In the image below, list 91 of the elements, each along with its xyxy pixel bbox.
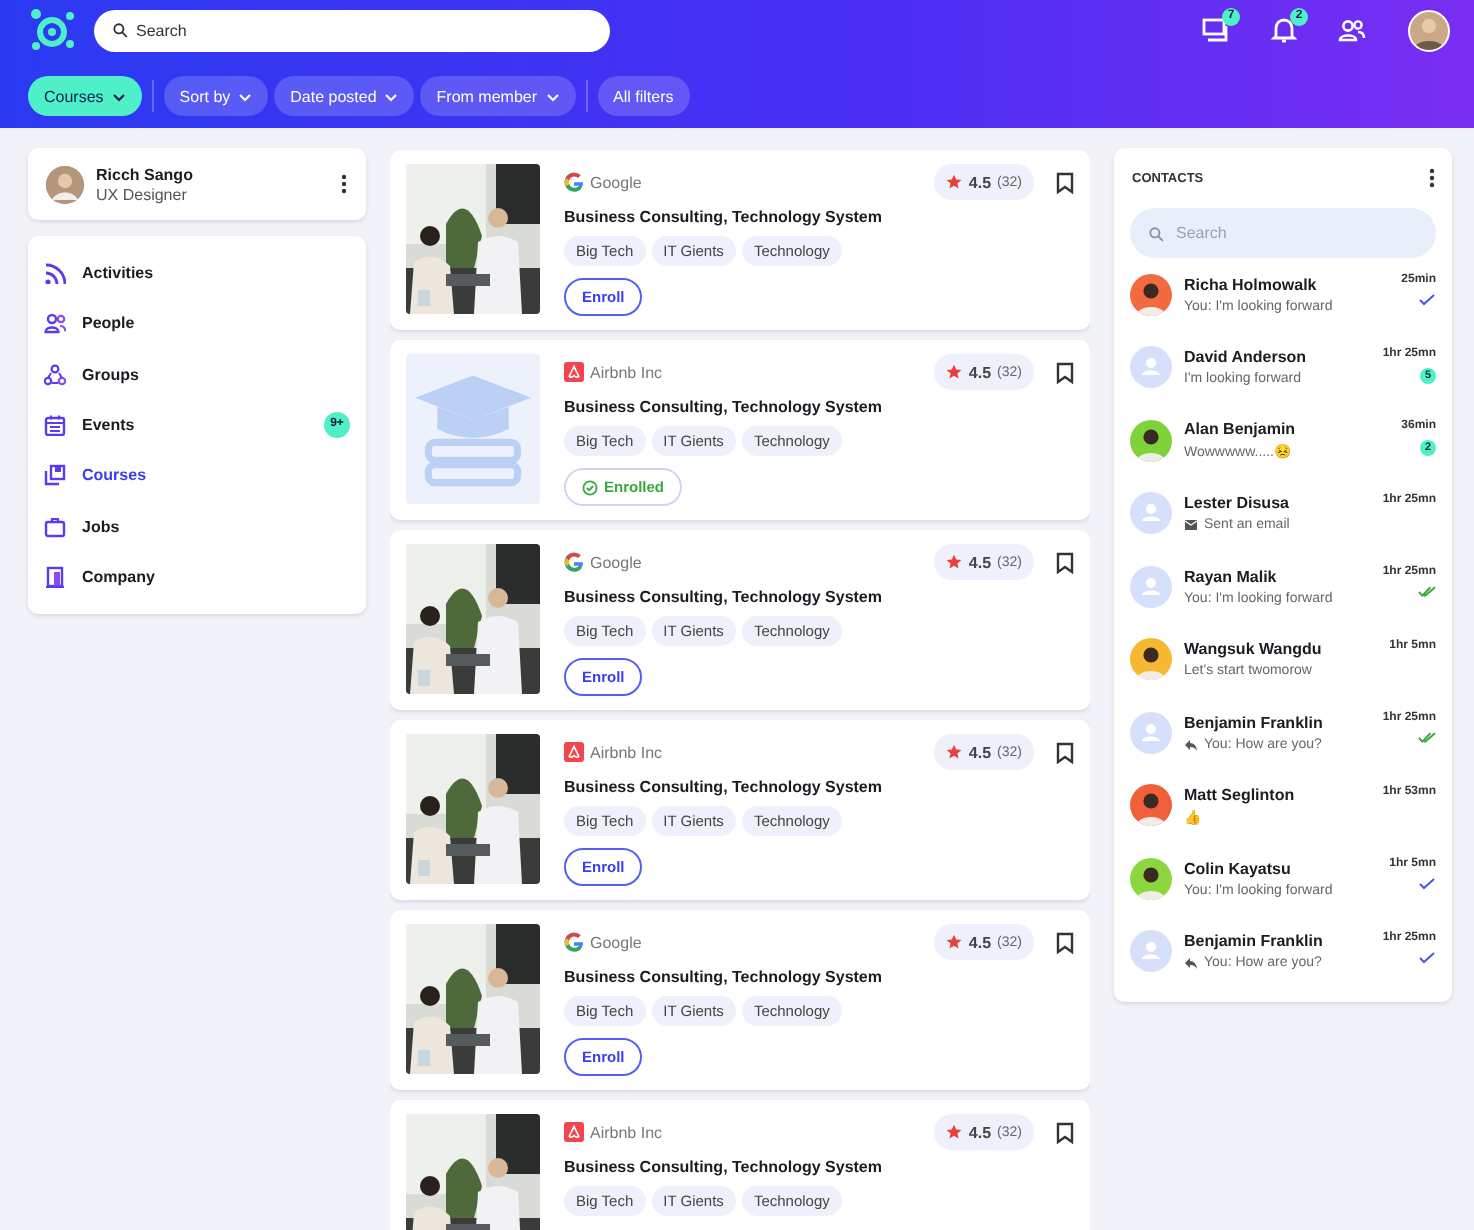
- filter-chip[interactable]: From member: [420, 76, 576, 116]
- avatar: [1130, 930, 1172, 973]
- filter-chip[interactable]: Courses: [28, 76, 142, 116]
- course-title: Business Consulting, Technology System: [564, 588, 884, 610]
- chat-icon[interactable]: [1202, 16, 1230, 44]
- contact-name: Benjamin Franklin: [1184, 932, 1325, 951]
- search-icon: [1148, 225, 1164, 241]
- rating-value: 4.5: [968, 1123, 992, 1141]
- sidebar-item[interactable]: Courses: [28, 450, 366, 501]
- caret-icon: [238, 89, 253, 103]
- rating-value: 4.5: [968, 743, 992, 761]
- star-icon: [946, 1124, 963, 1140]
- contact-name: Benjamin Franklin: [1184, 713, 1325, 732]
- google-logo-icon: [564, 932, 584, 952]
- filter-chip[interactable]: All filters: [597, 76, 690, 116]
- sidebar-item[interactable]: Groups: [28, 349, 366, 400]
- avatar: [1130, 565, 1172, 608]
- sidebar-item[interactable]: Activities: [28, 248, 366, 299]
- rating-value: 4.5: [968, 363, 992, 381]
- caret-icon: [111, 89, 126, 103]
- reply-icon: [1184, 956, 1198, 971]
- contact-name: David Anderson: [1184, 348, 1309, 367]
- contact-name: Richa Holmowalk: [1184, 275, 1319, 294]
- course-title: Business Consulting, Technology System: [564, 778, 884, 800]
- calendar-icon: [44, 414, 66, 437]
- google-logo-icon: [564, 552, 584, 572]
- google-logo-icon: [564, 172, 584, 192]
- search-icon: [112, 22, 128, 38]
- more-icon[interactable]: [1428, 168, 1436, 188]
- company-name: Google: [590, 933, 644, 951]
- search-field[interactable]: Search: [1130, 208, 1436, 258]
- bookmark-icon[interactable]: [1056, 931, 1074, 953]
- rating-value: 4.5: [968, 553, 992, 571]
- rss-icon: [44, 262, 66, 285]
- avatar[interactable]: [1408, 9, 1450, 51]
- course-title: Business Consulting, Technology System: [564, 398, 884, 420]
- bookmark-icon[interactable]: [1056, 1121, 1074, 1143]
- star-icon: [946, 364, 963, 380]
- company-name: Google: [590, 173, 644, 191]
- more-icon[interactable]: [340, 174, 348, 194]
- company-name: Airbnb Inc: [590, 363, 665, 381]
- contact-name: Matt Seglinton: [1184, 785, 1297, 804]
- caret-icon: [384, 89, 399, 103]
- people-icon[interactable]: [1338, 16, 1366, 44]
- sidebar-item[interactable]: Jobs: [28, 500, 366, 552]
- building-icon: [44, 565, 66, 588]
- user-role: UX Designer: [96, 185, 189, 203]
- bookmark-icon[interactable]: [1056, 171, 1074, 193]
- course-title: Business Consulting, Technology System: [564, 968, 884, 990]
- sidebar-item[interactable]: Company: [28, 551, 366, 603]
- contact-name: Alan Benjamin: [1184, 420, 1298, 439]
- bookmark-icon[interactable]: [1056, 551, 1074, 573]
- groups-icon: [44, 363, 66, 386]
- people-icon: [44, 312, 66, 335]
- check-circle-icon: [582, 479, 598, 495]
- company-name: Airbnb Inc: [590, 743, 665, 761]
- reply-icon: [1184, 737, 1198, 752]
- star-icon: [946, 174, 963, 190]
- bookmark-icon[interactable]: [1056, 741, 1074, 763]
- company-name: Airbnb Inc: [590, 1123, 665, 1141]
- avatar: [1130, 346, 1172, 389]
- user-name: Ricch Sango: [96, 165, 195, 183]
- filter-chip[interactable]: Sort by: [163, 76, 269, 116]
- star-icon: [946, 744, 963, 760]
- airbnb-logo-icon: [564, 742, 584, 762]
- rating-value: 4.5: [968, 173, 992, 191]
- star-icon: [946, 554, 963, 570]
- caret-icon: [545, 89, 560, 103]
- bell-icon[interactable]: [1270, 16, 1298, 44]
- airbnb-logo-icon: [564, 362, 584, 382]
- logo-icon[interactable]: [28, 8, 76, 52]
- course-title: Business Consulting, Technology System: [564, 1158, 884, 1180]
- email-icon: [1184, 518, 1198, 533]
- course-title: Business Consulting, Technology System: [564, 208, 884, 230]
- company-name: Google: [590, 553, 644, 571]
- sidebar-item[interactable]: People: [28, 298, 366, 350]
- avatar: [1130, 492, 1172, 535]
- avatar: [46, 165, 84, 203]
- contact-name: Lester Disusa: [1184, 494, 1291, 513]
- airbnb-logo-icon: [564, 1122, 584, 1142]
- bookmark-icon[interactable]: [1056, 361, 1074, 383]
- contact-name: Wangsuk Wangdu: [1184, 640, 1324, 659]
- rating-value: 4.5: [968, 933, 992, 951]
- avatar: [1130, 711, 1172, 754]
- contact-name: Colin Kayatsu: [1184, 859, 1293, 878]
- courses-icon: [44, 464, 66, 487]
- search-field[interactable]: Search: [94, 9, 610, 51]
- contact-name: Rayan Malik: [1184, 567, 1279, 586]
- filter-chip[interactable]: Date posted: [274, 76, 415, 116]
- briefcase-icon: [44, 515, 66, 538]
- star-icon: [946, 934, 963, 950]
